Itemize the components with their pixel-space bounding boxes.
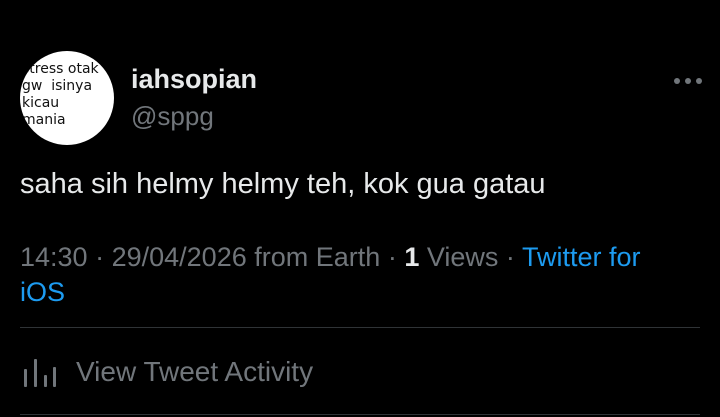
bottom-divider bbox=[20, 414, 700, 415]
divider bbox=[20, 327, 700, 328]
view-tweet-activity-button[interactable]: View Tweet Activity bbox=[20, 352, 313, 392]
avatar[interactable]: stress otak gw isinya kicau mania bbox=[20, 51, 114, 145]
meta-separator: · bbox=[387, 242, 405, 272]
tweet-text: saha sih helmy helmy teh, kok gua gatau bbox=[20, 168, 546, 200]
tweet-meta: 14:30 · 29/04/2026 from Earth · 1 Views … bbox=[20, 240, 690, 310]
meta-separator: · bbox=[95, 242, 112, 272]
tweet-date[interactable]: 29/04/2026 bbox=[112, 242, 247, 272]
meta-separator: · bbox=[505, 242, 522, 272]
user-handle[interactable]: @sppg bbox=[131, 101, 214, 132]
views-count: 1 bbox=[404, 242, 420, 272]
tweet-time[interactable]: 14:30 bbox=[20, 242, 88, 272]
views-label: Views bbox=[426, 242, 499, 272]
analytics-bar-icon bbox=[24, 359, 56, 387]
more-horizontal-icon[interactable] bbox=[671, 70, 705, 92]
avatar-text: stress otak gw isinya kicau mania bbox=[22, 61, 99, 128]
view-tweet-activity-label: View Tweet Activity bbox=[76, 356, 314, 387]
display-name[interactable]: iahsopian bbox=[131, 64, 257, 95]
tweet-location: from Earth bbox=[254, 242, 381, 272]
